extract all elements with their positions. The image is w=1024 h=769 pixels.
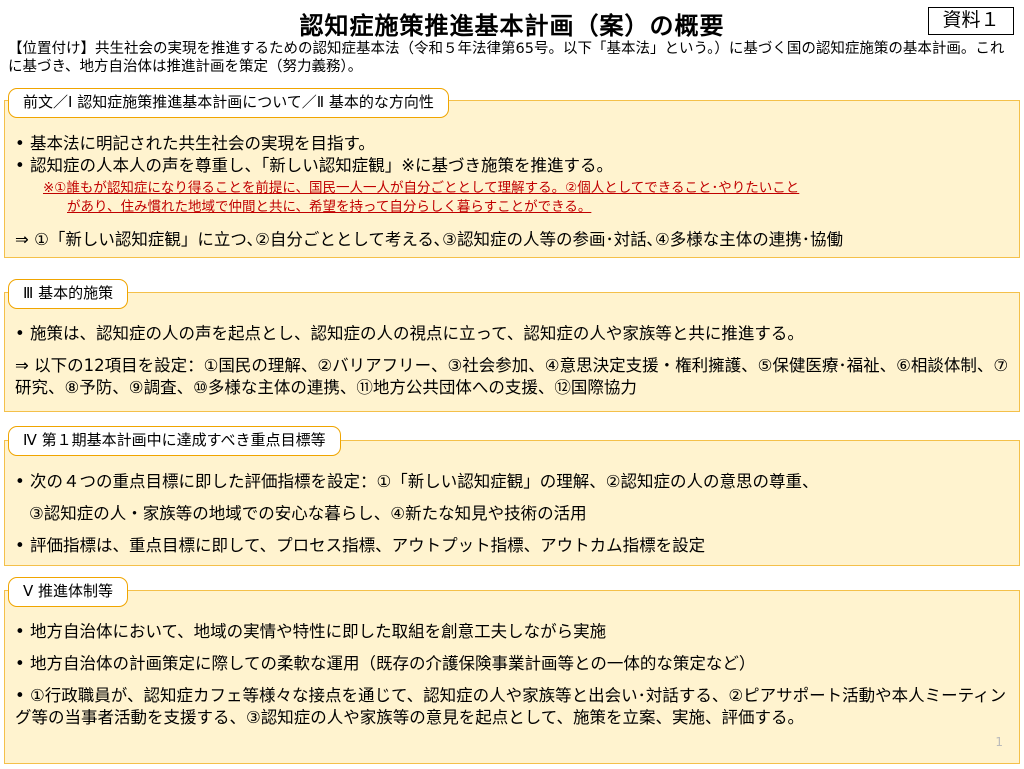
new-dementia-view-note: ※①誰もが認知症になり得ることを前提に、国民一人一人が自分ごととして理解する。②… [43,179,1005,217]
section-priority-goals-bullet-2: • 評価指標は、重点目標に即して、プロセス指標、アウトプット指標、アウトカム指標… [15,536,706,555]
section-direction-arrow: ⇒ ①「新しい認知症観」に立つ､②自分ごととして考える､③認知症の人等の参画･対… [15,230,843,249]
section-priority-goals-bullet-1-cont: ③認知症の人・家族等の地域での安心な暮らし、④新たな知見や技術の活用 [29,504,587,523]
document-badge: 資料１ [928,7,1014,35]
section-priority-goals-tab: Ⅳ 第１期基本計画中に達成すべき重点目標等 [8,426,341,456]
section-direction-bullet-1: • 基本法に明記された共生社会の実現を目指す。 [15,134,375,153]
page-number: 1 [995,735,1003,749]
section-basic-measures-tab: Ⅲ 基本的施策 [8,279,129,309]
section-direction-panel: • 基本法に明記された共生社会の実現を目指す。 • 認知症の人本人の声を尊重し、… [4,100,1020,258]
section-basic-measures-panel: • 施策は、認知症の人の声を起点とし、認知症の人の視点に立って、認知症の人や家族… [4,292,1020,412]
section-promotion-system-bullet-3: • ①行政職員が、認知症カフェ等様々な接点を通じて、認知症の人や家族等と出会い･… [15,686,1007,727]
page-title: 認知症施策推進基本計画（案）の概要 [299,12,725,40]
section-priority-goals-bullet-1: • 次の４つの重点目標に即した評価指標を設定：①「新しい認知症観」の理解、②認知… [15,472,819,491]
section-basic-measures-arrow: ⇒ 以下の12項目を設定：①国民の理解、②バリアフリー、③社会参加、④意思決定支… [15,356,1009,397]
section-promotion-system-bullet-1: • 地方自治体において、地域の実情や特性に即した取組を創意工夫しながら実施 [15,622,607,641]
section-priority-goals-panel: • 次の４つの重点目標に即した評価指標を設定：①「新しい認知症観」の理解、②認知… [4,440,1020,566]
note-line-1: ※①誰もが認知症になり得ることを前提に、国民一人一人が自分ごととして理解する。②… [43,180,800,196]
section-promotion-system-panel: • 地方自治体において、地域の実情や特性に即した取組を創意工夫しながら実施 • … [4,590,1020,764]
position-note: 【位置付け】共生社会の実現を推進するための認知症基本法（令和５年法律第65号。以… [8,41,1005,75]
section-basic-measures-bullet-1: • 施策は、認知症の人の声を起点とし、認知症の人の視点に立って、認知症の人や家族… [15,324,804,343]
section-direction-bullet-2: • 認知症の人本人の声を尊重し、「新しい認知症観」※に基づき施策を推進する。 [15,156,614,175]
section-direction-tab: 前文／Ⅰ 認知症施策推進基本計画について／Ⅱ 基本的な方向性 [8,88,449,118]
section-promotion-system-bullet-2: • 地方自治体の計画策定に際しての柔軟な運用（既存の介護保険事業計画等との一体的… [15,654,756,673]
note-line-2: があり、住み慣れた地域で仲間と共に、希望を持って自分らしく暮らすことができる。 [67,199,592,215]
section-promotion-system-tab: Ⅴ 推進体制等 [8,577,129,607]
